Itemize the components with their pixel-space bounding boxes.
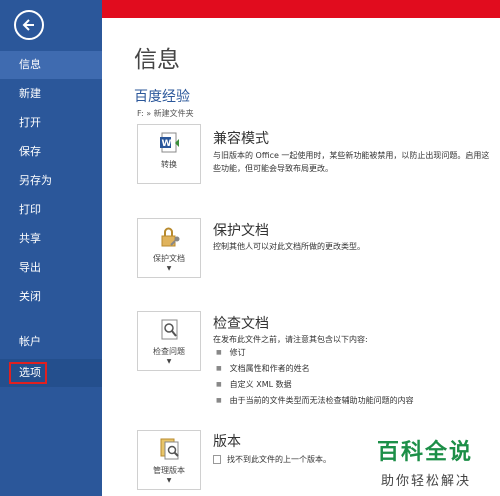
chevron-down-icon: ▼ <box>166 477 172 484</box>
protect-document-description: 控制其他人可以对此文档所做的更改类型。 <box>213 242 365 251</box>
chevron-down-icon: ▼ <box>166 358 172 365</box>
compat-mode-title: 兼容模式 <box>213 131 269 147</box>
watermark-subtitle: 助你轻松解决 <box>381 474 472 489</box>
nav-info[interactable]: 信息 <box>0 51 102 79</box>
check-issues-button-label: 检查问题 <box>153 347 185 356</box>
svg-text:W: W <box>162 139 172 149</box>
nav-account[interactable]: 帐户 <box>0 328 102 356</box>
inspect-document-title: 检查文档 <box>213 316 269 332</box>
inspect-document-icon <box>161 319 178 340</box>
nav-print[interactable]: 打印 <box>0 196 102 224</box>
convert-button-label: 转换 <box>161 160 177 169</box>
versions-description: 找不到此文件的上一个版本。 <box>227 455 331 464</box>
watermark-title: 百科全说 <box>377 440 474 465</box>
nav-new[interactable]: 新建 <box>0 80 102 108</box>
document-name: 百度经验 <box>134 89 190 105</box>
nav-save[interactable]: 保存 <box>0 138 102 166</box>
compat-mode-description: 与旧版本的 Office 一起使用时，某些新功能被禁用，以防止出现问题。启用这些… <box>213 151 490 173</box>
lock-key-icon <box>161 227 180 247</box>
protect-document-button[interactable]: 保护文档 ▼ <box>137 218 201 278</box>
manage-versions-button-label: 管理版本 <box>153 466 185 475</box>
list-item: 修订 <box>213 345 493 361</box>
nav-export[interactable]: 导出 <box>0 254 102 282</box>
no-version-icon <box>213 455 221 464</box>
watermark: 百科全说 助你轻松解决 <box>372 432 500 496</box>
nav-share[interactable]: 共享 <box>0 225 102 253</box>
backstage-sidebar: 信息 新建 打开 保存 另存为 打印 共享 导出 关闭 帐户 选项 <box>0 0 102 496</box>
back-arrow-icon[interactable] <box>14 10 44 40</box>
word-convert-icon: W <box>160 132 179 153</box>
list-item: 自定义 XML 数据 <box>213 377 493 393</box>
check-issues-button[interactable]: 检查问题 ▼ <box>137 311 201 371</box>
protect-document-button-label: 保护文档 <box>153 254 185 263</box>
list-item: 由于当前的文件类型而无法检查辅助功能问题的内容 <box>213 393 493 409</box>
nav-open[interactable]: 打开 <box>0 109 102 137</box>
convert-button[interactable]: W 转换 <box>137 124 201 184</box>
protect-document-title: 保护文档 <box>213 223 269 239</box>
nav-save-as[interactable]: 另存为 <box>0 167 102 195</box>
versions-description-row: 找不到此文件的上一个版本。 <box>213 454 331 465</box>
page-title: 信息 <box>134 47 180 73</box>
manage-versions-button[interactable]: 管理版本 ▼ <box>137 430 201 490</box>
manage-versions-icon <box>160 438 179 460</box>
list-item: 文档属性和作者的姓名 <box>213 361 493 377</box>
versions-title: 版本 <box>213 434 241 450</box>
options-highlight-box <box>9 362 47 384</box>
top-red-strip <box>102 0 500 18</box>
chevron-down-icon: ▼ <box>166 265 172 272</box>
inspect-bullet-list: 修订 文档属性和作者的姓名 自定义 XML 数据 由于当前的文件类型而无法检查辅… <box>213 345 493 409</box>
nav-close[interactable]: 关闭 <box>0 283 102 311</box>
document-path[interactable]: F: » 新建文件夹 <box>137 108 194 119</box>
